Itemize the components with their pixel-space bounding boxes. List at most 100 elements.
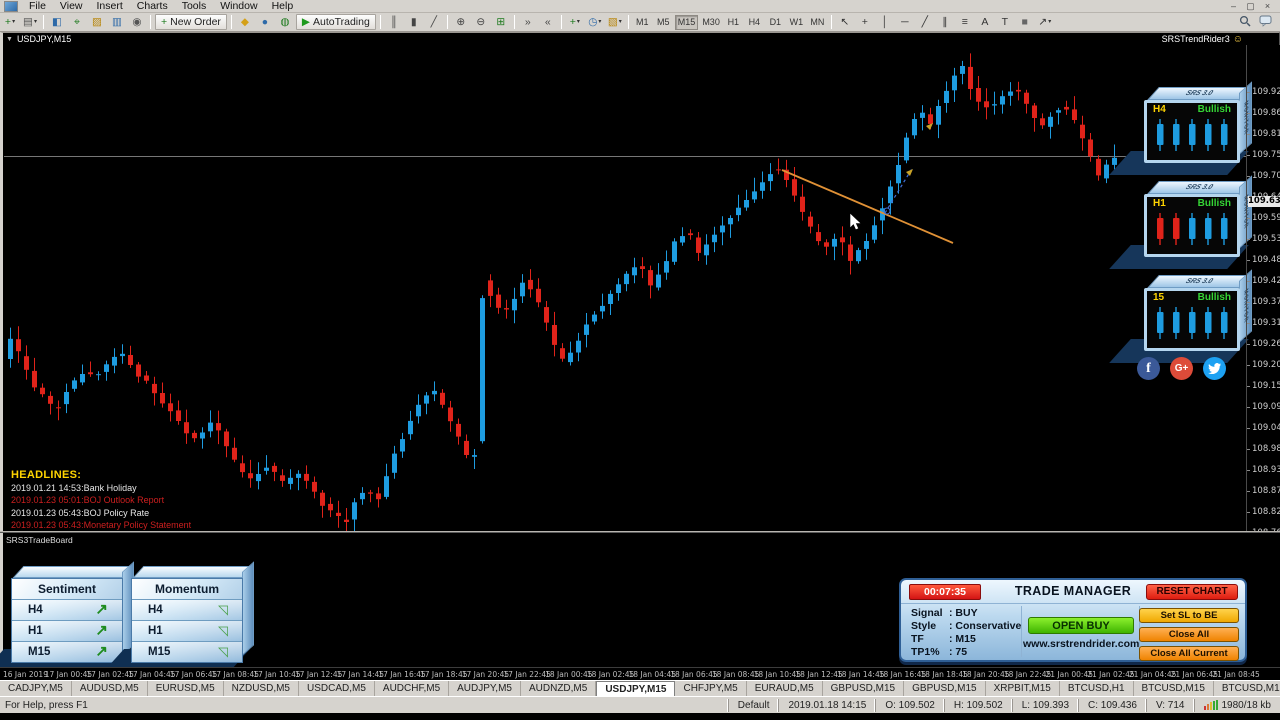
google-plus-icon[interactable]: G+	[1170, 357, 1193, 380]
chart-tab-btcusd-m15[interactable]: BTCUSD,M15	[1134, 681, 1214, 696]
market-watch-button[interactable]: ◧	[48, 14, 66, 30]
set-sl-to-be-button[interactable]: Set SL to BE	[1139, 608, 1239, 623]
data-window-button[interactable]: ⌖	[68, 14, 86, 30]
reset-chart-button[interactable]: RESET CHART	[1146, 584, 1238, 600]
autotrading-button[interactable]: ▶ AutoTrading	[295, 14, 376, 30]
terminal-button[interactable]: ▥	[108, 14, 126, 30]
new-order-button[interactable]: + New Order	[155, 14, 227, 30]
zoom-out-button[interactable]: ⊖	[472, 14, 490, 30]
community-button[interactable]: ●	[256, 14, 274, 30]
line-chart-button[interactable]: ╱	[425, 14, 443, 30]
zoom-in-button[interactable]: ⊕	[452, 14, 470, 30]
candle	[400, 432, 405, 458]
chart-menu-caret-icon[interactable]: ▼	[6, 36, 13, 43]
facebook-icon[interactable]: f	[1137, 357, 1160, 380]
timeframe-m1[interactable]: M1	[633, 15, 652, 30]
indicators-button[interactable]: + ▾	[566, 14, 584, 30]
close-window-icon[interactable]: ×	[1261, 1, 1274, 12]
close-all-button[interactable]: Close All	[1139, 627, 1239, 642]
menu-item-charts[interactable]: Charts	[130, 0, 175, 13]
chart-tab-btcusd-m15[interactable]: BTCUSD,M15	[1214, 681, 1280, 696]
chart-tab-cadjpy-m5[interactable]: CADJPY,M5	[0, 681, 72, 696]
chart-tab-usdjpy-m15[interactable]: USDJPY,M15	[596, 681, 676, 696]
chart-shift-button[interactable]: «	[539, 14, 557, 30]
time-axis-label: 21 Jan 04:45	[1128, 670, 1177, 679]
fibonacci-button[interactable]: ≡	[956, 14, 974, 30]
candle	[376, 487, 381, 508]
chart-tab-nzdusd-m5[interactable]: NZDUSD,M5	[224, 681, 299, 696]
timeframe-d1[interactable]: D1	[766, 15, 785, 30]
periods-button[interactable]: ◷ ▾	[586, 14, 604, 30]
bar-chart-button[interactable]: ║	[385, 14, 403, 30]
timeframe-h4[interactable]: H4	[745, 15, 764, 30]
chart-tab-audnzd-m5[interactable]: AUDNZD,M5	[521, 681, 597, 696]
time-axis-label: 18 Jan 14:45	[837, 670, 885, 679]
menu-item-window[interactable]: Window	[213, 0, 264, 13]
website-link[interactable]: www.srstrendrider.com	[1023, 638, 1139, 650]
toolbar-separator	[627, 15, 629, 29]
twitter-icon[interactable]	[1203, 357, 1226, 380]
price-axis: 109.920 109.865 109.810 109.755 109.700 109.6…	[1246, 45, 1280, 580]
timeframe-m15[interactable]: M15	[674, 14, 699, 30]
line-chart-icon: ╱	[430, 16, 437, 28]
metaeditor-button[interactable]: ◆	[236, 14, 254, 30]
timeframe-w1[interactable]: W1	[787, 15, 806, 30]
market-button[interactable]: ◍	[276, 14, 294, 30]
chart-tab-xrpbit-m15[interactable]: XRPBIT,M15	[986, 681, 1060, 696]
menu-item-file[interactable]: File	[22, 0, 53, 13]
arrows-button[interactable]: ↗ ▾	[1036, 14, 1054, 30]
timeframe-m30[interactable]: M30	[700, 15, 722, 30]
chart-tab-btcusd-h1[interactable]: BTCUSD,H1	[1060, 681, 1134, 696]
shapes-button[interactable]: ■	[1016, 14, 1034, 30]
price-axis-label: 109.150	[1252, 380, 1280, 391]
profiles-icon: ▤	[23, 16, 33, 28]
chart-tab-eurusd-m5[interactable]: EURUSD,M5	[148, 681, 224, 696]
candle	[976, 76, 981, 111]
profiles-button[interactable]: ▤ ▾	[21, 14, 39, 30]
restore-window-icon[interactable]: ▢	[1244, 1, 1257, 12]
crosshair-button[interactable]: +	[856, 14, 874, 30]
timeframe-mn[interactable]: MN	[808, 15, 827, 30]
chat-icon[interactable]	[1259, 15, 1272, 30]
timeframe-h1[interactable]: H1	[724, 15, 743, 30]
candlestick-chart-button[interactable]: ▮	[405, 14, 423, 30]
menu-item-insert[interactable]: Insert	[90, 0, 130, 13]
timeframe-m5[interactable]: M5	[654, 15, 673, 30]
new-chart-button[interactable]: + ▾	[1, 14, 19, 30]
templates-button[interactable]: ▧ ▾	[606, 14, 624, 30]
chart-area[interactable]: HEADLINES: 2019.01.21 14:53:Bank Holiday…	[0, 45, 1280, 580]
trendline-button[interactable]: ╱	[916, 14, 934, 30]
open-cell: O: 109.502	[875, 698, 943, 712]
trade-info-value: : 75	[949, 646, 968, 658]
close-all-current-button[interactable]: Close All Current	[1139, 646, 1239, 661]
menu-item-tools[interactable]: Tools	[175, 0, 214, 13]
chart-tab-audchf-m5[interactable]: AUDCHF,M5	[375, 681, 450, 696]
auto-scroll-button[interactable]: »	[519, 14, 537, 30]
chart-tab-gbpusd-m15[interactable]: GBPUSD,M15	[823, 681, 905, 696]
menu-item-view[interactable]: View	[53, 0, 90, 13]
search-icon[interactable]	[1239, 15, 1251, 30]
navigator-button[interactable]: ▨	[88, 14, 106, 30]
dropdown-caret-icon: ▾	[576, 19, 580, 25]
cursor-button[interactable]: ↖	[836, 14, 854, 30]
text-button[interactable]: A	[976, 14, 994, 30]
strategy-tester-button[interactable]: ◉	[128, 14, 146, 30]
horizontal-line-button[interactable]: ─	[896, 14, 914, 30]
toolbar-separator	[830, 15, 832, 29]
tile-windows-button[interactable]: ⊞	[492, 14, 510, 30]
channel-button[interactable]: ∥	[936, 14, 954, 30]
minimize-window-icon[interactable]: –	[1227, 1, 1240, 12]
chart-tab-gbpusd-m15[interactable]: GBPUSD,M15	[904, 681, 986, 696]
dropdown-caret-icon: ▾	[618, 19, 622, 25]
trendline[interactable]	[781, 169, 954, 244]
candle	[256, 462, 261, 490]
chart-tab-usdcad-m5[interactable]: USDCAD,M5	[299, 681, 375, 696]
open-buy-button[interactable]: OPEN BUY	[1028, 617, 1134, 634]
chart-tab-audjpy-m5[interactable]: AUDJPY,M5	[449, 681, 521, 696]
text-label-button[interactable]: T	[996, 14, 1014, 30]
chart-tab-audusd-m5[interactable]: AUDUSD,M5	[72, 681, 148, 696]
chart-tab-euraud-m5[interactable]: EURAUD,M5	[747, 681, 823, 696]
vertical-line-button[interactable]: │	[876, 14, 894, 30]
menu-item-help[interactable]: Help	[265, 0, 301, 13]
chart-tab-chfjpy-m5[interactable]: CHFJPY,M5	[675, 681, 747, 696]
